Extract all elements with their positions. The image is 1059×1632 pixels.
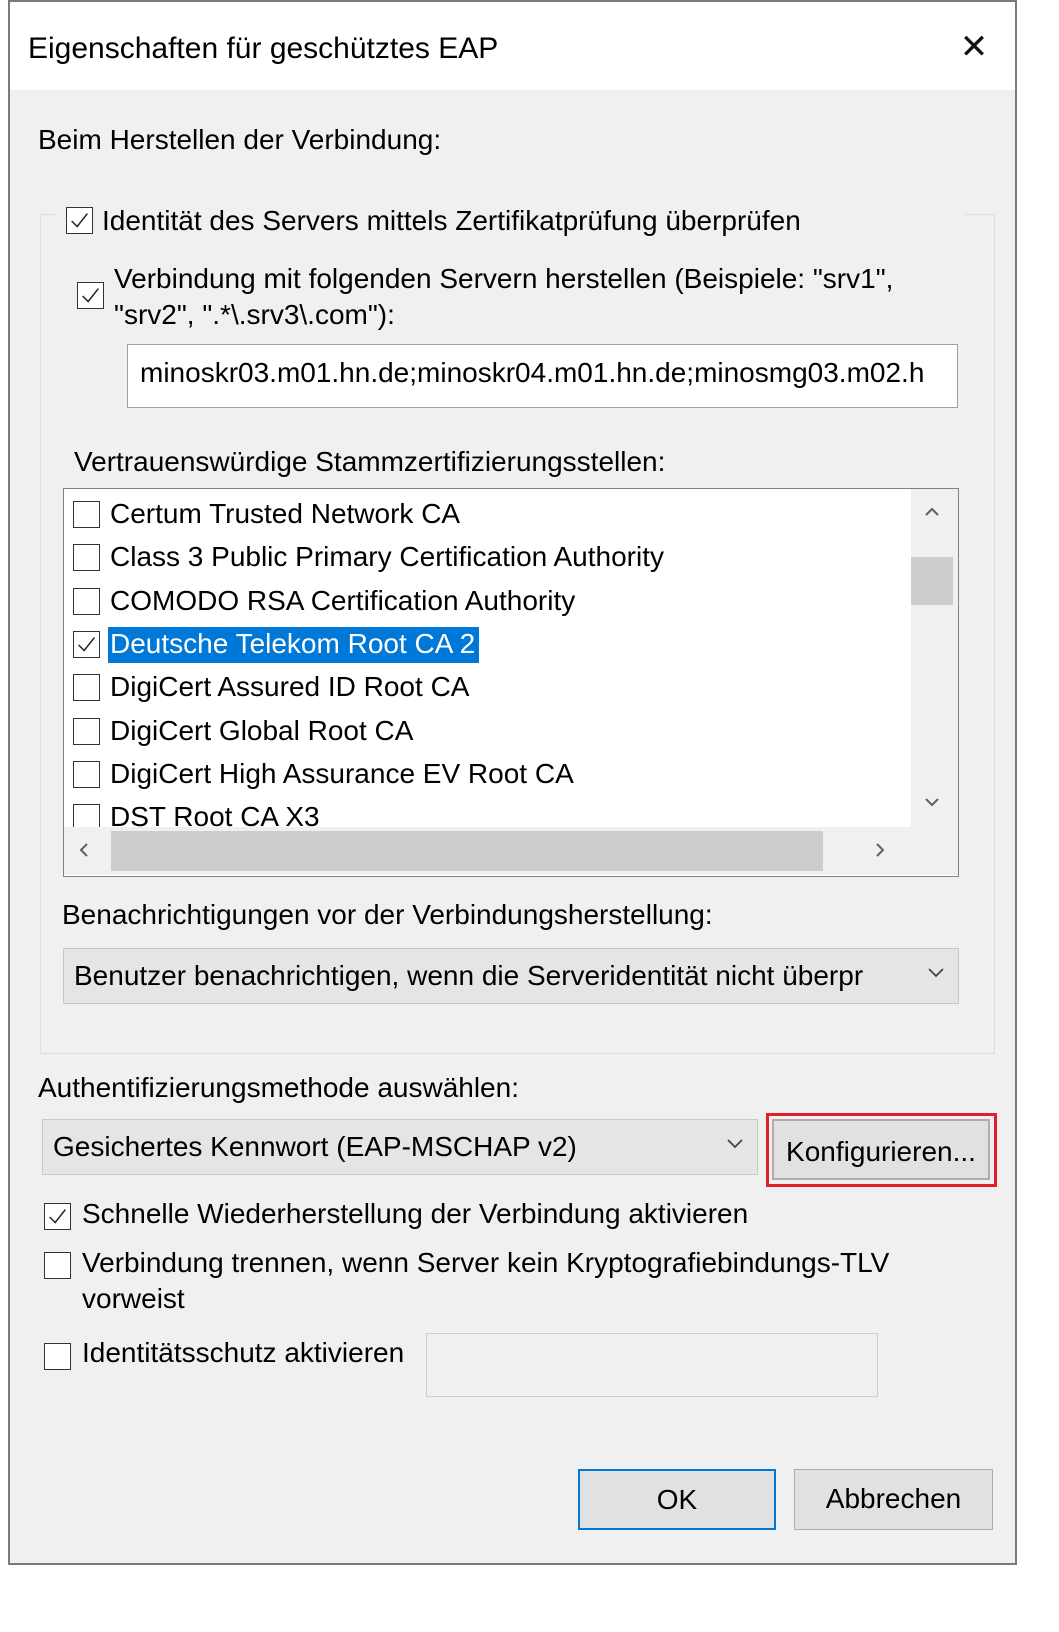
list-item-checkbox[interactable] (73, 501, 100, 528)
connect-servers-label-line2: "srv2", ".*\.srv3\.com"): (114, 299, 395, 330)
servers-input[interactable]: minoskr03.m01.hn.de;minoskr04.m01.hn.de;… (127, 344, 958, 408)
auth-method-dropdown[interactable]: Gesichertes Kennwort (EAP-MSCHAP v2) (42, 1119, 758, 1175)
list-item[interactable]: DigiCert Assured ID Root CA (64, 666, 904, 709)
list-item-label: Deutsche Telekom Root CA 2 (108, 626, 480, 663)
list-item-label: COMODO RSA Certification Authority (110, 584, 576, 616)
verify-identity-label: Identität des Servers mittels Zertifikat… (102, 205, 801, 236)
auth-method-label: Authentifizierungsmethode auswählen: (38, 1072, 519, 1103)
fast-reconnect-label: Schnelle Wiederherstellung der Verbindun… (82, 1198, 749, 1229)
list-item-label: DigiCert Global Root CA (110, 714, 414, 746)
chevron-down-icon (928, 968, 944, 978)
checkmark-icon (71, 213, 88, 228)
checkmark-icon (49, 1209, 66, 1224)
list-item[interactable]: COMODO RSA Certification Authority (64, 580, 904, 623)
close-icon[interactable]: ✕ (951, 24, 997, 70)
list-item[interactable]: Certum Trusted Network CA (64, 493, 904, 536)
identity-privacy-label: Identitätsschutz aktivieren (82, 1337, 405, 1368)
disconnect-tlv-label-line1: Verbindung trennen, wenn Server kein Kry… (82, 1247, 890, 1278)
auth-method-value: Gesichertes Kennwort (EAP-MSCHAP v2) (53, 1131, 577, 1162)
list-item[interactable]: DigiCert Global Root CA (64, 710, 904, 753)
connect-servers-checkbox[interactable] (77, 282, 104, 309)
title-bar: Eigenschaften für geschütztes EAP ✕ (10, 2, 1015, 90)
disconnect-tlv-label-line2: vorweist (82, 1283, 185, 1314)
anonymous-identity-input (426, 1333, 878, 1397)
list-item[interactable]: DigiCert High Assurance EV Root CA (64, 753, 904, 796)
checkmark-icon (78, 636, 95, 652)
scrollbar-corner (911, 827, 958, 875)
chevron-down-icon (727, 1139, 743, 1149)
connection-heading: Beim Herstellen der Verbindung: (38, 124, 442, 155)
notifications-dropdown[interactable]: Benutzer benachrichtigen, wenn die Serve… (63, 948, 959, 1004)
list-item[interactable]: Deutsche Telekom Root CA 2 (64, 623, 904, 666)
scroll-left-icon[interactable] (78, 841, 90, 864)
horizontal-scroll-thumb[interactable] (111, 831, 823, 871)
trusted-roots-label: Vertrauenswürdige Stammzertifizierungsst… (74, 446, 666, 477)
notifications-label: Benachrichtigungen vor der Verbindungshe… (62, 899, 713, 930)
scroll-down-icon[interactable] (911, 791, 953, 814)
list-item-label: DigiCert High Assurance EV Root CA (110, 757, 574, 789)
dialog-title: Eigenschaften für geschütztes EAP (28, 32, 499, 65)
cancel-button[interactable]: Abbrechen (794, 1469, 993, 1530)
checkmark-icon (82, 288, 99, 303)
vertical-scroll-thumb[interactable] (911, 557, 953, 605)
list-item-checkbox[interactable] (73, 760, 100, 788)
notifications-value: Benutzer benachrichtigen, wenn die Serve… (74, 960, 864, 991)
ok-button[interactable]: OK (578, 1469, 776, 1530)
connect-servers-label-line1: Verbindung mit folgenden Servern herstel… (114, 263, 894, 294)
configure-button[interactable]: Konfigurieren... (772, 1119, 990, 1180)
list-item-checkbox[interactable] (73, 717, 100, 745)
horizontal-scrollbar[interactable] (64, 827, 913, 875)
list-item-checkbox[interactable] (73, 674, 100, 702)
list-item-checkbox[interactable] (73, 630, 100, 658)
verify-identity-checkbox[interactable] (66, 207, 93, 234)
list-item-checkbox[interactable] (73, 544, 100, 572)
list-item-label: DigiCert Assured ID Root CA (110, 671, 470, 703)
scroll-right-icon[interactable] (874, 841, 886, 864)
disconnect-tlv-checkbox[interactable] (44, 1252, 71, 1279)
eap-properties-dialog: Eigenschaften für geschütztes EAP ✕ Beim… (8, 0, 1017, 1565)
list-item-label: Certum Trusted Network CA (110, 498, 461, 529)
list-item-checkbox[interactable] (73, 587, 100, 615)
fast-reconnect-checkbox[interactable] (44, 1203, 71, 1230)
identity-privacy-checkbox[interactable] (44, 1343, 71, 1370)
vertical-scrollbar[interactable] (911, 489, 958, 827)
list-item-label: Class 3 Public Primary Certification Aut… (110, 541, 664, 573)
servers-input-value: minoskr03.m01.hn.de;minoskr04.m01.hn.de;… (140, 357, 925, 388)
trusted-roots-list[interactable]: Certum Trusted Network CA Class 3 Public … (63, 488, 959, 877)
list-item[interactable]: Class 3 Public Primary Certification Aut… (64, 536, 904, 579)
scroll-up-icon[interactable] (911, 501, 953, 524)
